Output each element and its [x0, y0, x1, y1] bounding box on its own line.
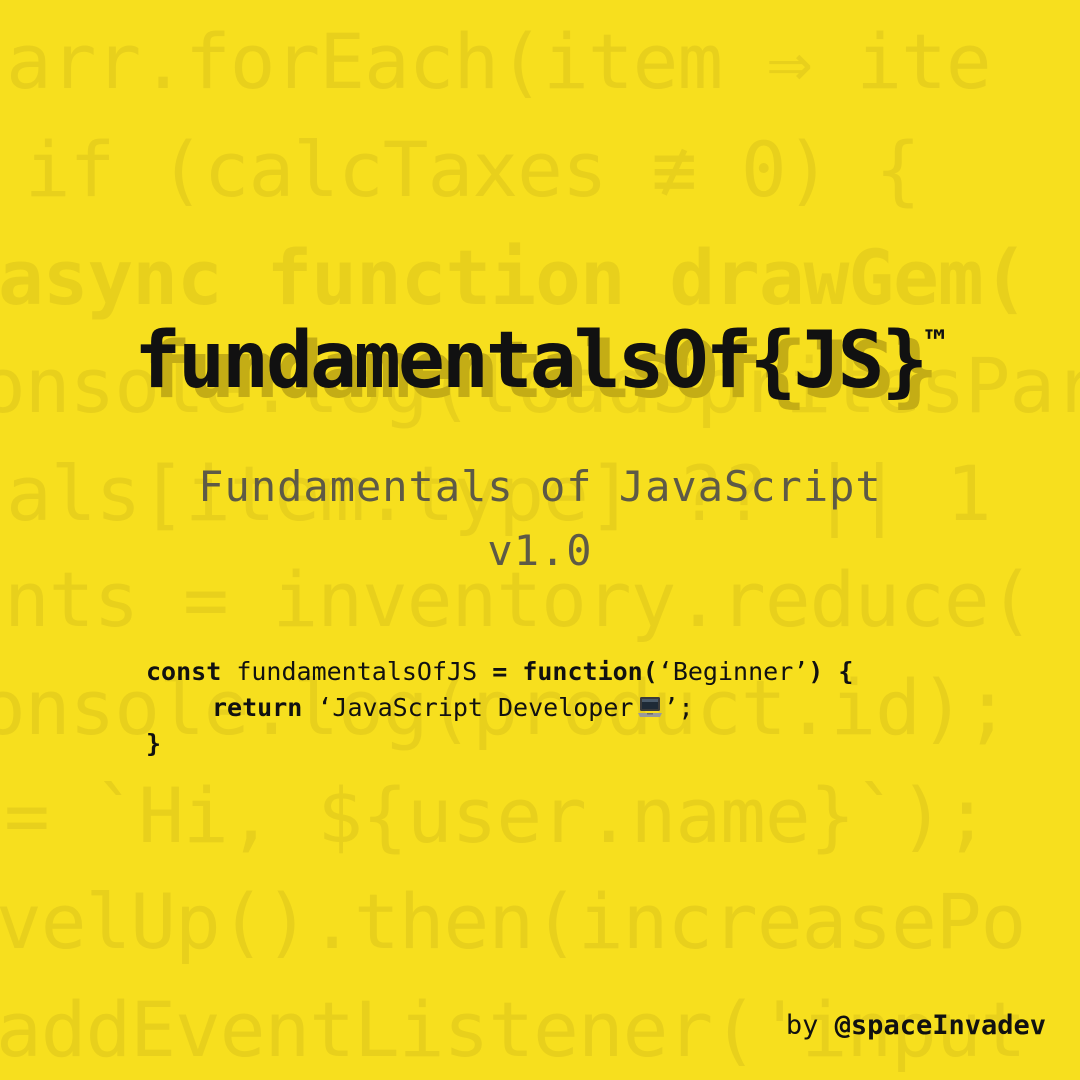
function-open-brace: ) {	[808, 657, 854, 686]
code-line-1: const fundamentalsOfJS = function(‘Begin…	[146, 654, 853, 690]
author-credit: by @spaceInvadev	[786, 1012, 1046, 1039]
background-code-line: if (calcTaxes ≢ 0) {	[0, 125, 921, 214]
background-code-line: async function drawGem(	[0, 233, 1028, 322]
keyword-return: return	[212, 693, 303, 722]
argument-string: ‘Beginner’	[657, 657, 809, 686]
version-label: v1.0	[487, 526, 593, 575]
title-text: fundamentalsOf{JS}	[134, 316, 928, 406]
background-code-line: arr.forEach(item ⇒ ite	[6, 17, 992, 106]
background-code-line: = `Hi, ${user.name}`);	[4, 771, 990, 860]
subtitle: Fundamentals of JavaScript	[198, 462, 882, 511]
background-code-line: velUp().then(increasePo	[0, 877, 1026, 966]
keyword-const: const	[146, 657, 222, 686]
closing-brace: }	[146, 729, 162, 758]
laptop-icon	[638, 697, 663, 717]
return-string: ‘JavaScript Developer	[302, 693, 634, 722]
code-line-2: return ‘JavaScript Developer ’;	[146, 690, 853, 726]
code-line-3: }	[146, 726, 853, 762]
operator-equals: =	[492, 657, 508, 686]
code-snippet: const fundamentalsOfJS = function(‘Begin…	[146, 654, 853, 762]
author-handle: @spaceInvadev	[834, 1010, 1046, 1041]
trademark-mark: ™	[925, 323, 946, 363]
keyword-function: function(	[507, 657, 658, 686]
page-title: fundamentalsOf{JS}™	[0, 322, 1080, 400]
return-end: ’;	[663, 693, 694, 722]
function-name: fundamentalsOfJS	[221, 657, 493, 686]
credit-prefix: by	[785, 1010, 835, 1041]
